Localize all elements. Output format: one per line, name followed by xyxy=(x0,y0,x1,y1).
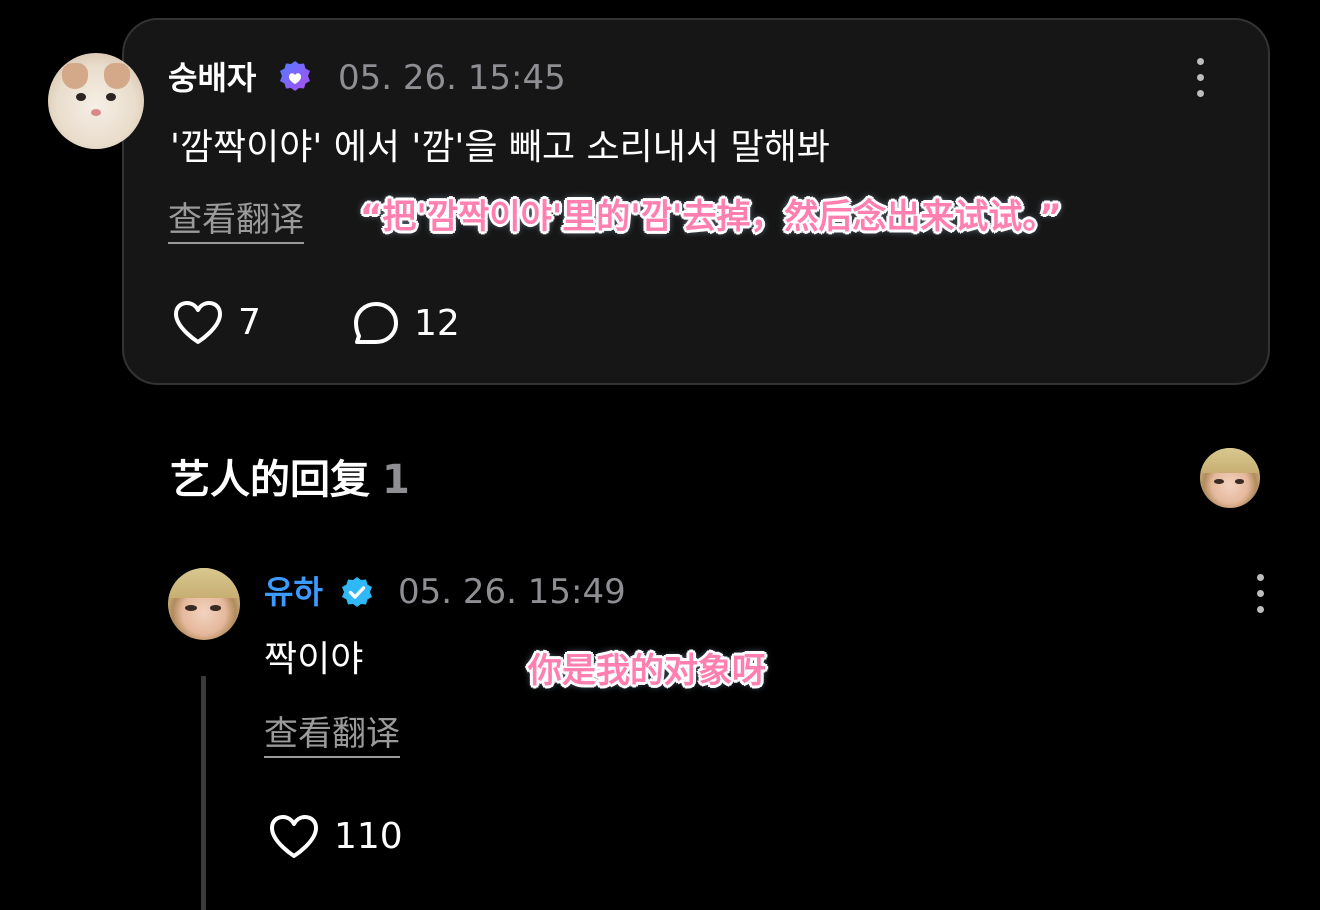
post-translation-caption: “把'깜짝이야'里的'깜'去掉，然后念出来试试。” xyxy=(360,197,1062,237)
reply-timestamp: 05. 26. 15:49 xyxy=(398,572,626,612)
reply-like-count: 110 xyxy=(334,816,403,857)
reply-text: 짝이야 xyxy=(264,639,364,680)
verified-badge-icon xyxy=(280,61,310,91)
post-translate-link[interactable]: 查看翻译 xyxy=(168,200,304,244)
reply-username[interactable]: 유하 xyxy=(264,572,323,612)
verified-check-icon xyxy=(342,577,372,607)
artist-replies-count: 1 xyxy=(382,457,410,503)
thread-line xyxy=(201,676,206,910)
post-comment-count: 12 xyxy=(414,303,460,344)
artist-avatar-small[interactable] xyxy=(1200,448,1260,508)
post-more-options-icon[interactable] xyxy=(1195,58,1205,98)
reply-more-options-icon[interactable] xyxy=(1255,574,1265,614)
reply-avatar[interactable] xyxy=(168,568,240,640)
comment-bubble-icon xyxy=(354,302,398,344)
post-like-count: 7 xyxy=(238,302,261,343)
heart-icon xyxy=(174,301,222,344)
heart-icon xyxy=(270,815,318,858)
reply-translate-link[interactable]: 查看翻译 xyxy=(264,714,400,758)
post-text: '깜짝이야' 에서 '깜'을 빼고 소리내서 말해봐 xyxy=(170,127,830,168)
post-comment-button[interactable]: 12 xyxy=(352,300,460,348)
post-avatar[interactable] xyxy=(48,53,144,149)
post-like-button[interactable]: 7 xyxy=(172,300,261,346)
post-username[interactable]: 숭배자 xyxy=(168,58,256,98)
post-timestamp: 05. 26. 15:45 xyxy=(338,58,566,98)
artist-replies-title: 艺人的回复 xyxy=(170,457,370,503)
reply-translation-caption: 你是我的对象呀 xyxy=(528,651,766,691)
reply-like-button[interactable]: 110 xyxy=(268,814,403,860)
artist-replies-header: 艺人的回复 1 xyxy=(170,454,410,506)
